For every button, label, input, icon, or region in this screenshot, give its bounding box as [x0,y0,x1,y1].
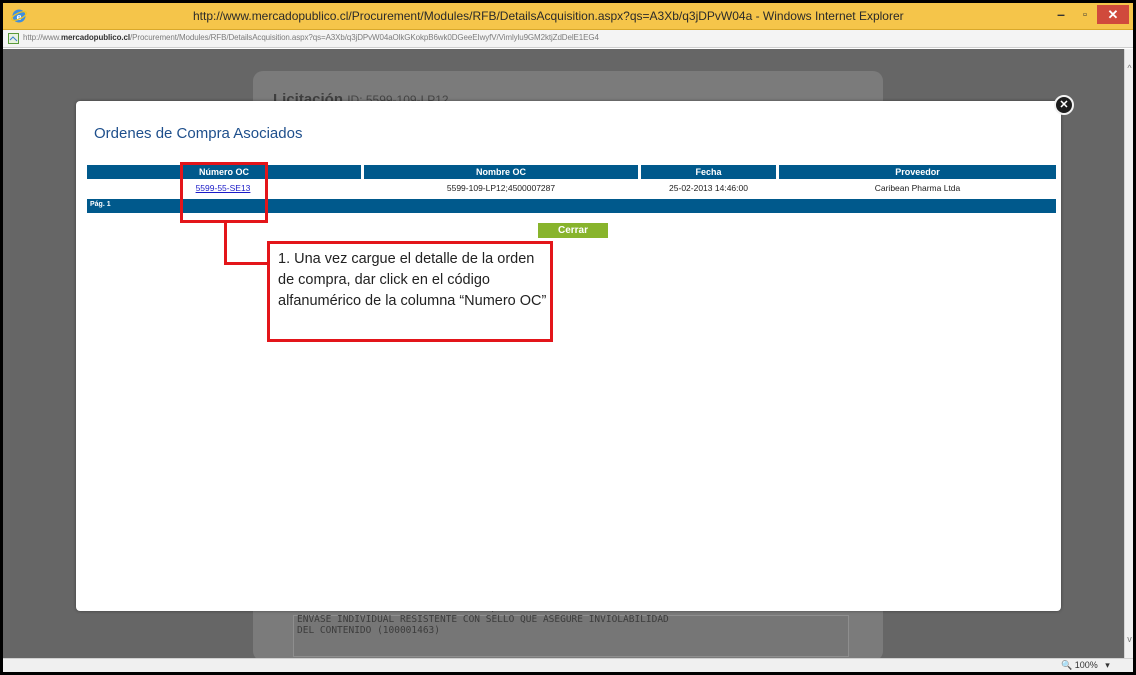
zoom-control[interactable]: 🔍 100% ▾ [1061,660,1110,671]
address-bar[interactable]: http://www.mercadopublico.cl/Procurement… [3,30,1133,48]
address-url[interactable]: http://www.mercadopublico.cl/Procurement… [23,33,599,42]
chevron-down-icon[interactable]: v [1125,634,1133,644]
nombre-oc-cell: 5599-109-LP12;4500007287 [446,183,556,193]
annotation-callout: 1. Una vez cargue el detalle de la orden… [267,241,553,342]
page-icon [8,33,19,44]
modal-title: Ordenes de Compra Asociados [94,125,303,142]
cerrar-button[interactable]: Cerrar [538,223,608,238]
url-prefix: http://www. [23,33,62,42]
close-window-button[interactable]: ✕ [1097,5,1129,24]
title-bar: e http://www.mercadopublico.cl/Procureme… [3,3,1133,30]
zoom-level: 100% [1074,660,1098,670]
url-rest: /Procurement/Modules/RFB/DetailsAcquisit… [130,33,599,42]
fecha-cell: 25-02-2013 14:46:00 [669,183,748,193]
minimize-button[interactable]: – [1049,6,1073,24]
modal-close-icon[interactable]: ✕ [1054,95,1074,115]
column-header-nombre-oc[interactable]: Nombre OC [364,165,638,179]
annotation-connector-vertical [224,223,227,265]
browser-window: e http://www.mercadopublico.cl/Procureme… [3,3,1133,672]
ie-icon: e [11,9,27,23]
url-domain: mercadopublico.cl [61,33,131,42]
column-header-fecha[interactable]: Fecha [641,165,776,179]
page-scrollbar[interactable]: ^ v [1124,49,1133,658]
annotation-highlight-box [180,162,268,223]
proveedor-cell: Caribean Pharma Ltda [874,183,961,193]
annotation-connector-horizontal [224,262,268,265]
screenshot-frame: e http://www.mercadopublico.cl/Procureme… [0,0,1136,675]
maximize-button[interactable]: ▫ [1073,6,1097,24]
window-title: http://www.mercadopublico.cl/Procurement… [193,9,904,23]
chevron-up-icon[interactable]: ^ [1125,63,1133,73]
zoom-caret-icon[interactable]: ▾ [1105,660,1110,670]
status-bar: 🔍 100% ▾ [3,658,1133,672]
pager-label[interactable]: Pág. 1 [90,201,111,208]
magnifier-icon: 🔍 [1061,660,1073,670]
column-header-proveedor[interactable]: Proveedor [779,165,1056,179]
